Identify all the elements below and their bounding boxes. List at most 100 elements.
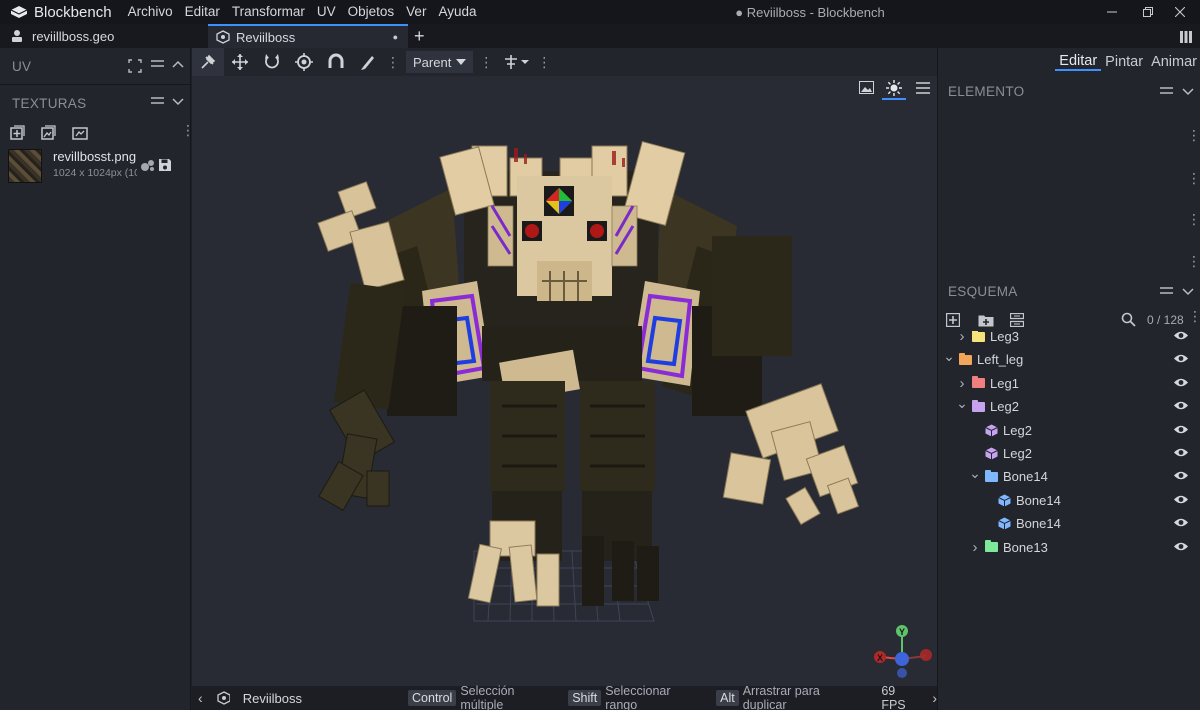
tab-pintar[interactable]: Pintar	[1101, 54, 1147, 70]
outline-row-bone14[interactable]: Bone14	[938, 489, 1200, 512]
chevron-down-icon[interactable]	[172, 97, 184, 107]
add-group-icon[interactable]	[978, 313, 994, 327]
rotate-tool[interactable]	[256, 48, 288, 76]
eye-icon[interactable]	[1173, 469, 1189, 484]
menu-archivo[interactable]: Archivo	[122, 0, 179, 24]
eye-icon[interactable]	[1173, 331, 1189, 344]
panel-menu-icon[interactable]	[151, 59, 164, 69]
status-hint-shift: Shift Seleccionar rango	[568, 684, 697, 710]
chevron-down-icon[interactable]: ⌄	[968, 465, 982, 482]
uv-title: UV	[12, 58, 32, 74]
chevron-right-icon[interactable]: ›	[968, 539, 982, 556]
fullscreen-icon[interactable]	[128, 59, 142, 73]
element-title: ELEMENTO	[948, 83, 1025, 99]
outline-row-leg2[interactable]: Leg2	[938, 442, 1200, 465]
more-vertical-icon[interactable]: ⋮	[386, 55, 400, 69]
eye-icon[interactable]	[1173, 352, 1189, 367]
eye-icon[interactable]	[1173, 493, 1189, 508]
outline-row-bone14[interactable]: ⌄ Bone14	[938, 465, 1200, 488]
more-vertical-icon[interactable]: ⋮	[479, 55, 493, 69]
chevron-right-icon[interactable]: ›	[955, 375, 969, 392]
outline-row-bone13[interactable]: › Bone13	[938, 536, 1200, 559]
eye-icon[interactable]	[1173, 423, 1189, 438]
create-texture-icon[interactable]	[41, 125, 56, 140]
menu-uv[interactable]: UV	[311, 0, 342, 24]
chevron-down-icon[interactable]	[1182, 87, 1194, 97]
unsaved-dot-icon[interactable]: ●	[393, 32, 398, 42]
parent-dropdown[interactable]: Parent	[406, 51, 474, 73]
alignment-dropdown[interactable]	[497, 48, 537, 76]
menu-editar[interactable]: Editar	[179, 0, 226, 24]
panel-menu-icon[interactable]	[151, 96, 164, 106]
menu-transformar[interactable]: Transformar	[226, 0, 311, 24]
panel-menu-icon[interactable]	[1160, 86, 1173, 96]
close-button[interactable]	[1158, 0, 1200, 24]
3d-viewport[interactable]: Y X	[192, 76, 937, 686]
hint-alt-text: Arrastrar para duplicar	[742, 684, 820, 710]
chevron-left-icon[interactable]: ‹	[198, 690, 203, 706]
chevron-up-icon[interactable]	[172, 59, 184, 69]
outline-item-label: Bone14	[1016, 492, 1061, 508]
eye-icon[interactable]	[1173, 540, 1189, 555]
eye-icon[interactable]	[1173, 516, 1189, 531]
outline-item-label: Left_leg	[977, 352, 1024, 368]
rotate-icon	[265, 54, 279, 69]
move-tool[interactable]	[224, 48, 256, 76]
layout-columns-icon[interactable]	[1180, 30, 1192, 48]
project-tab-label: Reviilboss	[236, 29, 296, 45]
outline-row-leg3[interactable]: › Leg3	[938, 331, 1200, 348]
more-vertical-icon[interactable]: ⋮	[537, 55, 551, 69]
more-vertical-icon[interactable]: ⋮	[1187, 212, 1200, 226]
outline-row-leg2[interactable]: Leg2	[938, 419, 1200, 442]
hint-shift-text: Seleccionar rango	[605, 684, 671, 710]
outline-item-label: Leg2	[1003, 422, 1032, 438]
model-icon	[216, 30, 230, 44]
key-alt: Alt	[716, 690, 739, 706]
folder-icon	[972, 376, 985, 389]
key-control: Control	[408, 690, 457, 706]
tab-bar: reviillboss.geo Reviilboss ● +	[0, 24, 1200, 48]
chevron-down-icon[interactable]: ⌄	[942, 348, 956, 365]
menu-objetos[interactable]: Objetos	[342, 0, 401, 24]
tab-reviilboss[interactable]: Reviilboss ●	[208, 24, 408, 48]
brush-icon	[361, 56, 374, 70]
pivot-tool[interactable]	[288, 48, 320, 76]
search-icon[interactable]	[1121, 312, 1136, 327]
texture-item[interactable]: revillbosst.png 1024 x 1024px (10:	[0, 147, 190, 185]
more-vertical-icon[interactable]: ⋮	[1188, 309, 1200, 323]
vertex-tool[interactable]	[320, 48, 352, 76]
tab-editar[interactable]: Editar	[1055, 53, 1102, 71]
app-logo: Blockbench	[0, 4, 120, 21]
texture-folder-icon[interactable]	[72, 125, 89, 140]
chevron-down-icon[interactable]: ⌄	[955, 395, 969, 412]
more-vertical-icon[interactable]: ⋮	[1187, 171, 1200, 185]
outline-row-leg1[interactable]: › Leg1	[938, 372, 1200, 395]
import-texture-icon[interactable]	[10, 125, 25, 140]
menu-ver[interactable]: Ver	[400, 0, 432, 24]
fps-counter: 69 FPS	[881, 684, 906, 710]
file-tab[interactable]: reviillboss.geo	[10, 24, 190, 48]
add-cube-icon[interactable]	[946, 313, 960, 327]
collapse-all-icon[interactable]	[1010, 313, 1024, 327]
panel-menu-icon[interactable]	[1160, 286, 1173, 296]
chevron-right-icon[interactable]: ›	[955, 331, 969, 345]
chevron-down-icon[interactable]	[1182, 287, 1194, 297]
title-bar: Blockbench Archivo Editar Transformar UV…	[0, 0, 1200, 24]
new-tab-button[interactable]: +	[414, 24, 432, 48]
vertex-snap-tool[interactable]	[192, 48, 224, 76]
tab-animar[interactable]: Animar	[1147, 54, 1200, 70]
save-icon[interactable]	[158, 158, 172, 172]
particle-icon[interactable]	[140, 158, 156, 172]
more-vertical-icon[interactable]: ⋮	[1187, 254, 1200, 268]
axis-gizmo[interactable]: Y X	[868, 621, 937, 681]
menu-ayuda[interactable]: Ayuda	[432, 0, 482, 24]
outline-row-left-leg[interactable]: ⌄ Left_leg	[938, 348, 1200, 371]
more-vertical-icon[interactable]: ⋮	[1187, 128, 1200, 142]
paint-tool[interactable]	[352, 48, 384, 76]
eye-icon[interactable]	[1173, 446, 1189, 461]
outline-row-bone14[interactable]: Bone14	[938, 512, 1200, 535]
blockbench-icon	[10, 6, 28, 18]
eye-icon[interactable]	[1173, 376, 1189, 391]
eye-icon[interactable]	[1173, 399, 1189, 414]
outline-row-leg2[interactable]: ⌄ Leg2	[938, 395, 1200, 418]
